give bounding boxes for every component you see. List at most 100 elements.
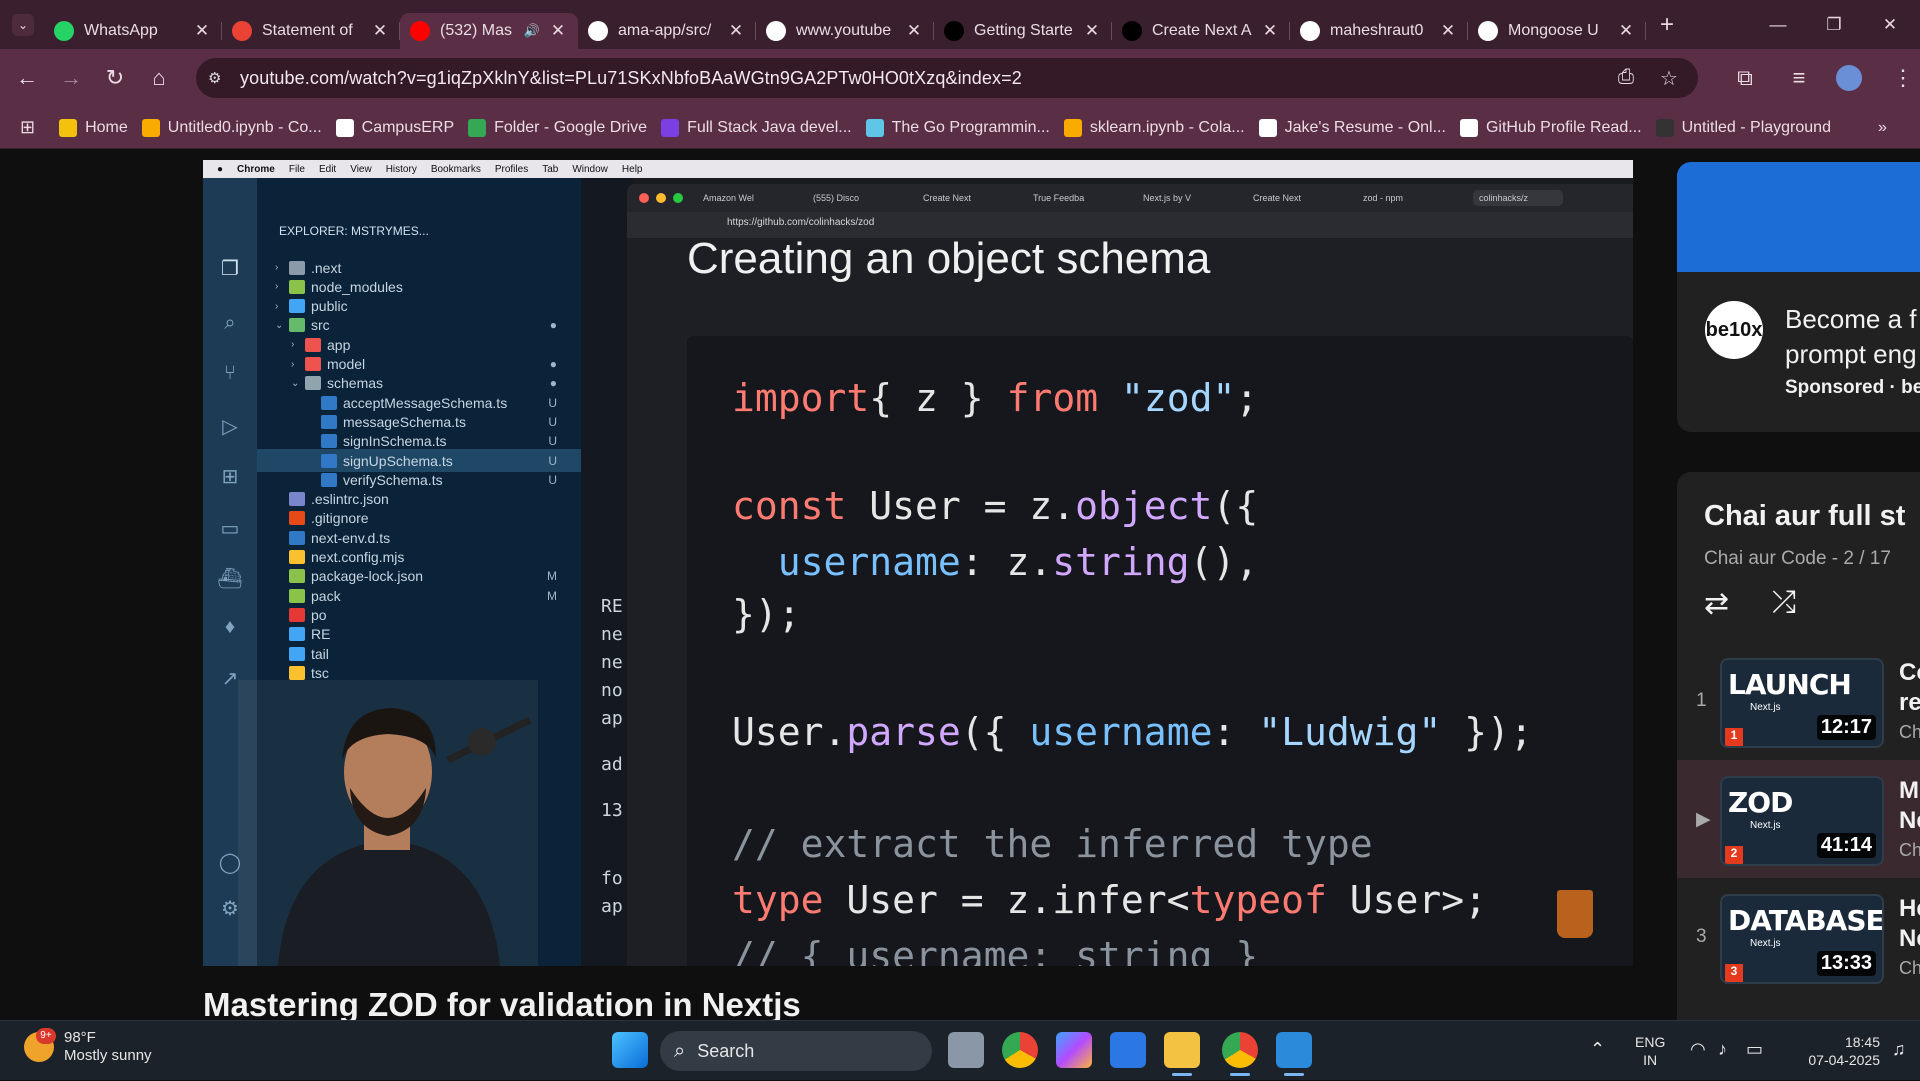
- browser-tab[interactable]: Getting Starte ✕: [934, 13, 1112, 49]
- speaker-icon[interactable]: 🔊: [524, 23, 540, 39]
- sponsored-ad-card[interactable]: be10x Become a f prompt eng Sponsored · …: [1677, 162, 1920, 432]
- start-button[interactable]: [612, 1032, 648, 1068]
- video-thumbnail[interactable]: ZOD Next.js 2 41:14: [1720, 776, 1884, 866]
- url-text[interactable]: youtube.com/watch?v=g1iqZpXklnY&list=PLu…: [240, 68, 1022, 89]
- ad-banner[interactable]: [1677, 162, 1920, 272]
- browser-tab[interactable]: WhatsApp ✕: [44, 13, 222, 49]
- tab-close-icon[interactable]: ✕: [192, 21, 212, 41]
- close-window-button[interactable]: ✕: [1862, 0, 1918, 49]
- store-icon[interactable]: [1110, 1032, 1146, 1068]
- bookmark-item[interactable]: GitHub Profile Read...: [1459, 118, 1642, 137]
- bookmark-icon: [468, 118, 487, 137]
- playlist-item-title[interactable]: M Ne: [1899, 776, 1920, 836]
- install-app-icon[interactable]: ⎙: [1618, 66, 1634, 89]
- chevron-icon: ⌄: [275, 319, 284, 331]
- playlist-title[interactable]: Chai aur full st: [1704, 500, 1905, 533]
- tab-close-icon[interactable]: ✕: [726, 21, 746, 41]
- bookmark-item[interactable]: Folder - Google Drive: [468, 118, 647, 137]
- playlist-item-title[interactable]: He Ne: [1899, 894, 1920, 954]
- tab-close-icon[interactable]: ✕: [904, 21, 924, 41]
- wifi-icon[interactable]: ◠: [1690, 1039, 1706, 1060]
- code-token: User = z.: [846, 484, 1076, 528]
- taskbar-search[interactable]: ⌕ Search: [660, 1031, 932, 1071]
- tab-close-icon[interactable]: ✕: [1260, 21, 1280, 41]
- bookmark-icon: [59, 118, 78, 137]
- home-button[interactable]: ⌂: [142, 61, 176, 95]
- tab-close-icon[interactable]: ✕: [1082, 21, 1102, 41]
- copilot-icon[interactable]: [1056, 1032, 1092, 1068]
- bookmark-item[interactable]: The Go Programmin...: [865, 118, 1050, 137]
- shuffle-icon[interactable]: ⤮: [1772, 586, 1796, 620]
- mac-menu-item: Window: [572, 163, 608, 175]
- clock[interactable]: 18:45 07-04-2025: [1800, 1033, 1880, 1069]
- video-thumbnail[interactable]: DATABASE Next.js 3 13:33: [1720, 894, 1884, 984]
- browser-tab[interactable]: Create Next A ✕: [1112, 13, 1290, 49]
- code-line: type User = z.infer<typeof User>;: [732, 878, 1487, 922]
- extensions-icon[interactable]: ⧉: [1728, 61, 1762, 95]
- profile-avatar[interactable]: [1836, 65, 1862, 91]
- bookmark-item[interactable]: Home: [59, 118, 128, 137]
- playlist-item[interactable]: 1 LAUNCHNext.js 1 12:17 Co re Ch: [1677, 642, 1920, 760]
- bookmark-item[interactable]: Jake's Resume - Onl...: [1258, 118, 1446, 137]
- weather-widget[interactable]: 9+ 98°F Mostly sunny: [24, 1028, 152, 1065]
- chrome-taskbar-icon[interactable]: [1002, 1032, 1038, 1068]
- restore-button[interactable]: ❐: [1806, 0, 1862, 49]
- mac-menu-item: Tab: [542, 163, 559, 175]
- forward-button[interactable]: →: [54, 61, 88, 95]
- minimize-button[interactable]: —: [1750, 0, 1806, 49]
- notification-bell-icon[interactable]: ♫: [1892, 1039, 1906, 1060]
- browser-tab[interactable]: maheshraut0 ✕: [1290, 13, 1468, 49]
- code-token: User.: [732, 710, 847, 754]
- video-thumbnail[interactable]: LAUNCH Next.js 1 12:17: [1720, 658, 1884, 748]
- browser-tab[interactable]: Mongoose U ✕: [1468, 13, 1646, 49]
- ad-title[interactable]: Become a f prompt eng: [1785, 302, 1917, 372]
- file-status-badge: ●: [549, 357, 557, 371]
- code-line: });: [732, 592, 801, 636]
- tab-search-button[interactable]: ⌄: [12, 13, 34, 36]
- task-view-icon[interactable]: [948, 1032, 984, 1068]
- volume-icon[interactable]: ♪: [1718, 1039, 1727, 1060]
- loop-icon[interactable]: ⇄: [1704, 586, 1729, 621]
- chrome-profile-taskbar-icon[interactable]: [1222, 1032, 1258, 1076]
- bookmark-item[interactable]: Full Stack Java devel...: [661, 118, 852, 137]
- title-line-2: re: [1899, 689, 1920, 716]
- inner-browser-window: Amazon Wel (555) Disco Create Next True Fee…: [627, 184, 1633, 966]
- tab-close-icon[interactable]: ✕: [548, 21, 568, 41]
- bookmark-icon: [865, 118, 884, 137]
- back-button[interactable]: ←: [10, 61, 44, 95]
- video-player[interactable]: ● Chrome File Edit View History Bookmarks Prof…: [203, 160, 1633, 966]
- language-indicator[interactable]: ENG IN: [1635, 1033, 1665, 1069]
- browser-tab[interactable]: www.youtube ✕: [756, 13, 934, 49]
- more-bookmarks-icon[interactable]: »: [1878, 119, 1887, 137]
- playlist-item[interactable]: 3 DATABASENext.js 3 13:33 He Ne Ch: [1677, 878, 1920, 996]
- browser-tab[interactable]: ama-app/src/ ✕: [578, 13, 756, 49]
- playlist-item[interactable]: ▶ ZODNext.js 2 41:14 M Ne Ch: [1677, 760, 1920, 878]
- mug-icon: [1557, 890, 1593, 938]
- thumbnail-title: LAUNCH: [1728, 668, 1852, 701]
- bookmark-item[interactable]: Untitled0.ipynb - Co...: [141, 118, 322, 137]
- tab-close-icon[interactable]: ✕: [1438, 21, 1458, 41]
- chrome-menu-icon[interactable]: ⋮: [1886, 61, 1920, 95]
- site-info-icon[interactable]: ⚙: [208, 69, 228, 87]
- battery-icon[interactable]: ▭: [1746, 1039, 1763, 1060]
- vscode-taskbar-icon[interactable]: [1276, 1032, 1312, 1076]
- apps-icon[interactable]: ⊞: [20, 117, 35, 138]
- playlist-item-title[interactable]: Co re: [1899, 658, 1920, 718]
- file-explorer-icon[interactable]: [1164, 1032, 1200, 1076]
- bookmark-item[interactable]: Untitled - Playground: [1655, 118, 1831, 137]
- bookmark-item[interactable]: CampusERP: [335, 118, 454, 137]
- new-tab-button[interactable]: +: [1660, 11, 1674, 39]
- media-controls-icon[interactable]: ≡: [1782, 61, 1816, 95]
- browser-tab[interactable]: (532) Mas 🔊 ✕: [400, 13, 578, 49]
- bookmark-item[interactable]: sklearn.ipynb - Cola...: [1063, 118, 1245, 137]
- clock-time: 18:45: [1844, 1034, 1880, 1050]
- browser-tab[interactable]: Statement of ✕: [222, 13, 400, 49]
- tab-close-icon[interactable]: ✕: [370, 21, 390, 41]
- bookmark-star-icon[interactable]: ☆: [1660, 66, 1678, 91]
- reload-button[interactable]: ↻: [98, 61, 132, 95]
- inner-tab: (555) Disco: [813, 193, 860, 203]
- file-name: next-env.d.ts: [311, 529, 391, 546]
- chevron-up-icon[interactable]: ⌃: [1590, 1039, 1605, 1060]
- tab-close-icon[interactable]: ✕: [1616, 21, 1636, 41]
- address-bar[interactable]: ⚙ youtube.com/watch?v=g1iqZpXklnY&list=P…: [196, 58, 1698, 98]
